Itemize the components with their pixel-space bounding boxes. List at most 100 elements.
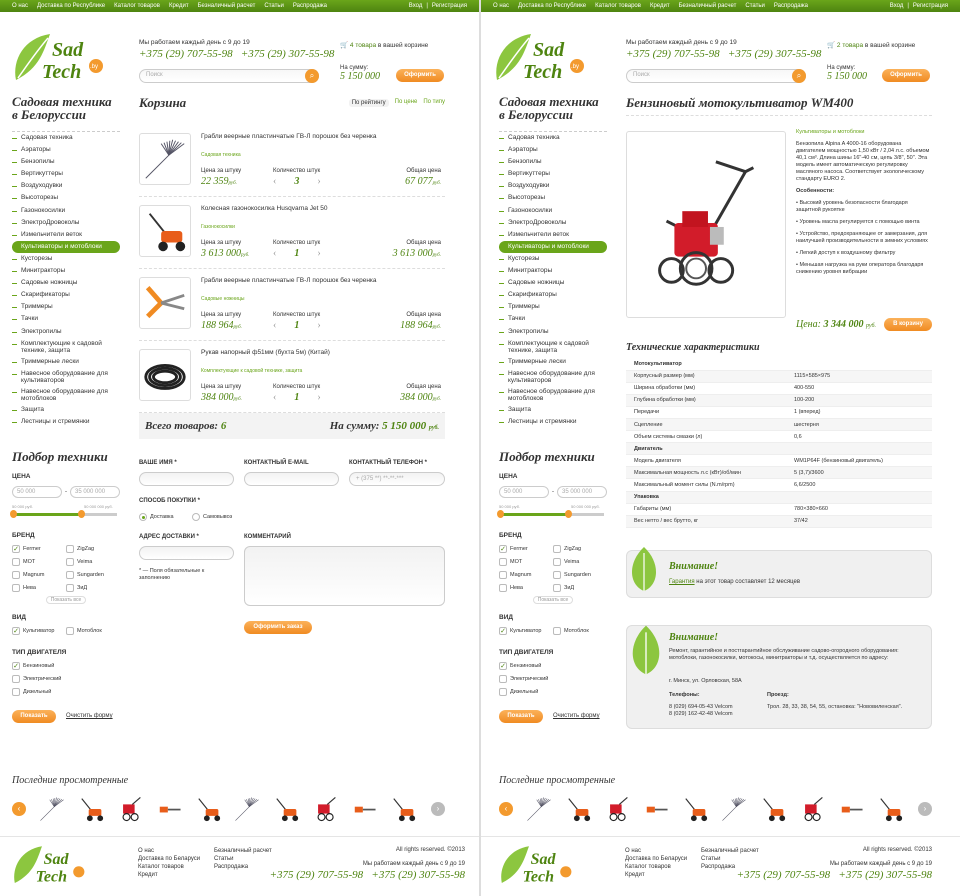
recent-item[interactable] (602, 794, 634, 824)
email-field[interactable] (244, 472, 339, 486)
next-arrow-icon[interactable]: › (431, 802, 445, 816)
sidebar-item[interactable]: ЭлектроДровоколы (12, 217, 120, 229)
service-phone[interactable]: 8 (029) 694-05-43 Velcom (669, 704, 733, 711)
item-name[interactable]: Рукав напорный ф51мм (бухта 5м) (Китай) (201, 349, 441, 356)
recent-item[interactable] (719, 794, 751, 824)
show-all-button[interactable]: Показать все (46, 596, 86, 604)
name-field[interactable] (139, 472, 234, 486)
top-nav-item[interactable]: Кредит (650, 3, 670, 9)
recent-item[interactable] (563, 794, 595, 824)
search-icon[interactable]: ⌕ (305, 69, 319, 83)
recent-item[interactable] (524, 794, 556, 824)
cart-summary[interactable]: 🛒 2 товара в вашей корзине (827, 41, 915, 49)
product-thumbnail[interactable] (139, 133, 191, 185)
sidebar-item[interactable]: Лестницы и стремянки (499, 416, 607, 428)
footer-link[interactable]: Кредит (625, 871, 687, 879)
brand-checkbox[interactable]: ЗиД (66, 584, 120, 592)
sidebar-item[interactable]: Защита (499, 404, 607, 416)
kind-checkbox[interactable]: ✓ Культиватор (12, 627, 66, 635)
sidebar-item[interactable]: Тачки (499, 313, 607, 325)
top-nav-item[interactable]: Безналичный расчет (679, 3, 737, 9)
slider-min-handle[interactable] (10, 510, 17, 518)
sidebar-item[interactable]: Минитракторы (499, 265, 607, 277)
price-max-input[interactable]: 35 000 000 (70, 486, 120, 498)
brand-checkbox[interactable]: ✓ Fermer (12, 545, 66, 553)
recent-item[interactable] (37, 794, 69, 824)
address-field[interactable] (139, 546, 234, 560)
recent-item[interactable] (758, 794, 790, 824)
brand-checkbox[interactable]: MOT (12, 558, 66, 566)
sidebar-item[interactable]: Высоторезы (12, 192, 120, 204)
footer-phone-2[interactable]: +375 (29) 307-55-98 (838, 869, 932, 881)
sort-price[interactable]: По цене (395, 99, 418, 107)
footer-logo[interactable]: Sad Tech (497, 843, 577, 891)
cart-count[interactable]: 4 товара (350, 42, 376, 49)
quantity-stepper[interactable]: ‹ 3 › (273, 176, 321, 187)
brand-checkbox[interactable]: Veima (66, 558, 120, 566)
product-thumbnail[interactable] (139, 205, 191, 257)
clear-form-link[interactable]: Очистить форму (66, 713, 113, 719)
item-category[interactable]: Газонокосилки (201, 224, 235, 230)
top-nav-item[interactable]: Распродажа (774, 3, 808, 9)
item-category[interactable]: Садовая техника (201, 152, 241, 158)
sidebar-item[interactable]: Вертикуттеры (499, 168, 607, 180)
footer-link[interactable]: Доставка по Беларуси (138, 855, 200, 863)
kind-checkbox[interactable]: Мотоблок (66, 627, 120, 635)
sort-rating[interactable]: По рейтингу (348, 99, 389, 107)
sidebar-item[interactable]: Воздуходувки (12, 180, 120, 192)
prev-arrow-icon[interactable]: ‹ (499, 802, 513, 816)
top-nav-item[interactable]: Кредит (169, 3, 189, 9)
quantity-stepper[interactable]: ‹ 1 › (273, 248, 321, 259)
cart-count[interactable]: 2 товара (837, 42, 863, 49)
recent-item[interactable] (641, 794, 673, 824)
kind-checkbox[interactable]: ✓ Культиватор (499, 627, 553, 635)
radio-delivery[interactable]: Доставка (139, 513, 174, 521)
sidebar-item[interactable]: Навесное оборудование для мотоблоков (12, 386, 120, 404)
login-link[interactable]: Вход (890, 3, 904, 9)
footer-logo[interactable]: Sad Tech (10, 843, 90, 891)
item-name[interactable]: Грабли веерные пластинчатые ГВ-Л порошок… (201, 277, 441, 284)
submit-order-button[interactable]: Оформить заказ (244, 621, 312, 634)
item-category[interactable]: Комплектующие к садовой технике, защита (201, 368, 302, 374)
sidebar-item[interactable]: Комплектующие к садовой технике, защита (12, 338, 120, 356)
sidebar-item[interactable]: Навесное оборудование для мотоблоков (499, 386, 607, 404)
top-nav-item[interactable]: Распродажа (293, 3, 327, 9)
next-arrow-icon[interactable]: › (918, 802, 932, 816)
prev-arrow-icon[interactable]: ‹ (12, 802, 26, 816)
sidebar-item[interactable]: Бензопилы (499, 156, 607, 168)
chevron-left-icon[interactable]: ‹ (273, 320, 276, 331)
show-all-button[interactable]: Показать все (533, 596, 573, 604)
phone-1[interactable]: +375 (29) 707-55-98 (139, 48, 233, 60)
engine-checkbox[interactable]: Электрический (499, 675, 607, 683)
recent-item[interactable] (193, 794, 225, 824)
search-icon[interactable]: ⌕ (792, 69, 806, 83)
price-min-input[interactable]: 50 000 (499, 486, 549, 498)
top-nav-item[interactable]: Доставка по Республике (37, 3, 105, 9)
quantity-stepper[interactable]: ‹ 1 › (273, 392, 321, 403)
brand-checkbox[interactable]: ZigZag (553, 545, 607, 553)
phone-1[interactable]: +375 (29) 707-55-98 (626, 48, 720, 60)
recent-item[interactable] (349, 794, 381, 824)
sidebar-item[interactable]: Триммерные лески (499, 356, 607, 368)
sidebar-item[interactable]: Садовая техника (12, 132, 120, 144)
chevron-right-icon[interactable]: › (317, 176, 320, 187)
recent-item[interactable] (875, 794, 907, 824)
kind-checkbox[interactable]: Мотоблок (553, 627, 607, 635)
phone-field[interactable]: + (375 **) **-**-*** (349, 472, 445, 486)
price-max-input[interactable]: 35 000 000 (557, 486, 607, 498)
sidebar-item[interactable]: Триммеры (499, 301, 607, 313)
chevron-right-icon[interactable]: › (317, 248, 320, 259)
sidebar-item[interactable]: Навесное оборудование для культиваторов (12, 368, 120, 386)
sidebar-item[interactable]: Газонокосилки (499, 205, 607, 217)
sidebar-item[interactable]: Вертикуттеры (12, 168, 120, 180)
sidebar-item[interactable]: Триммеры (12, 301, 120, 313)
recent-item[interactable] (115, 794, 147, 824)
top-nav-item[interactable]: Каталог товаров (595, 3, 641, 9)
chevron-left-icon[interactable]: ‹ (273, 392, 276, 403)
engine-checkbox[interactable]: Дизельный (12, 688, 120, 696)
phone-2[interactable]: +375 (29) 307-55-98 (728, 48, 822, 60)
show-button[interactable]: Показать (499, 710, 543, 723)
chevron-left-icon[interactable]: ‹ (273, 248, 276, 259)
brand-checkbox[interactable]: ZigZag (66, 545, 120, 553)
sidebar-item[interactable]: Комплектующие к садовой технике, защита (499, 338, 607, 356)
